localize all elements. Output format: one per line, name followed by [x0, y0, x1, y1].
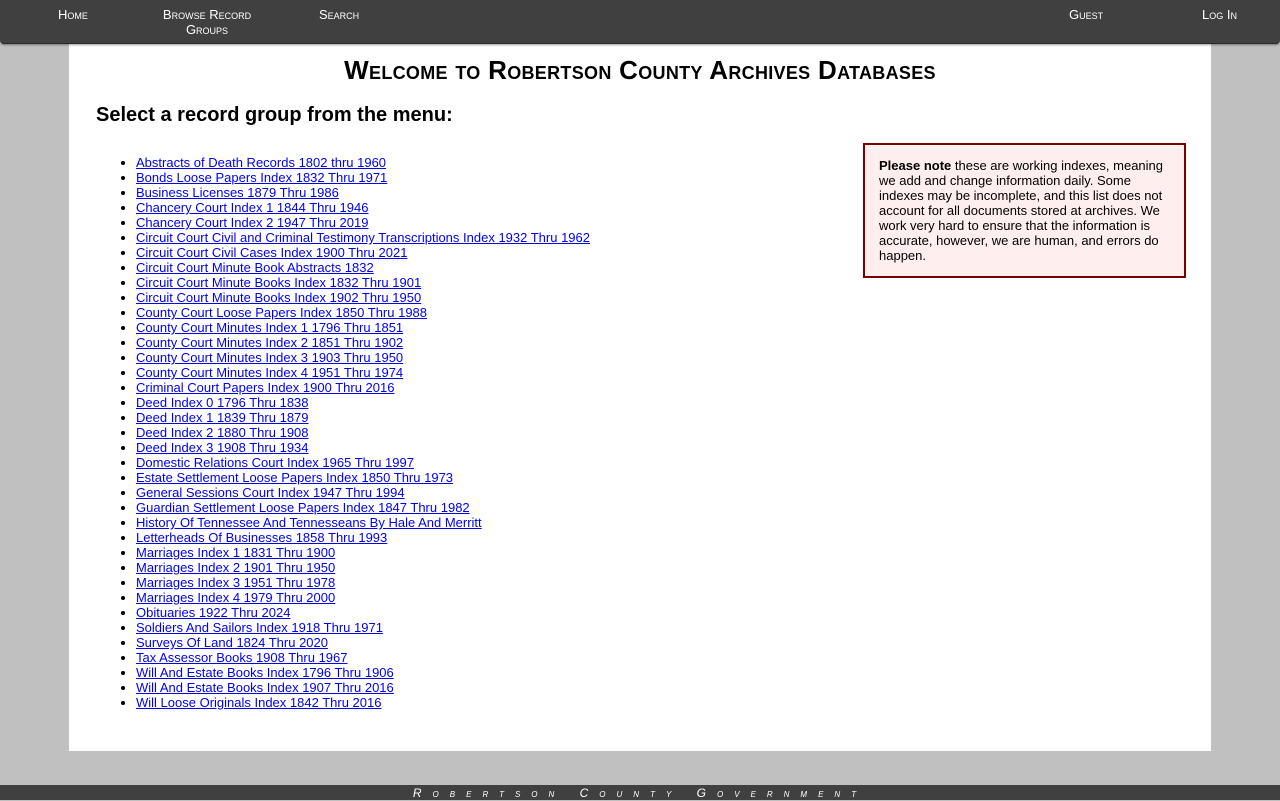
record-group-link[interactable]: Deed Index 1 1839 Thru 1879	[136, 410, 309, 425]
record-group-link[interactable]: Abstracts of Death Records 1802 thru 196…	[136, 155, 386, 170]
list-item: Business Licenses 1879 Thru 1986	[136, 185, 590, 200]
record-group-link[interactable]: Marriages Index 4 1979 Thru 2000	[136, 590, 335, 605]
page-subtitle: Select a record group from the menu:	[96, 104, 453, 126]
record-group-link[interactable]: Marriages Index 3 1951 Thru 1978	[136, 575, 335, 590]
record-group-link[interactable]: County Court Minutes Index 1 1796 Thru 1…	[136, 320, 403, 335]
list-item: Will And Estate Books Index 1907 Thru 20…	[136, 680, 590, 695]
list-item: Bonds Loose Papers Index 1832 Thru 1971	[136, 170, 590, 185]
list-item: Obituaries 1922 Thru 2024	[136, 605, 590, 620]
footer-bar: Robertson County Government	[0, 785, 1280, 800]
record-group-link[interactable]: General Sessions Court Index 1947 Thru 1…	[136, 485, 405, 500]
record-group-link[interactable]: Guardian Settlement Loose Papers Index 1…	[136, 500, 470, 515]
record-group-link[interactable]: Deed Index 2 1880 Thru 1908	[136, 425, 309, 440]
list-item: Letterheads Of Businesses 1858 Thru 1993	[136, 530, 590, 545]
record-group-link[interactable]: Estate Settlement Loose Papers Index 185…	[136, 470, 453, 485]
list-item: Marriages Index 3 1951 Thru 1978	[136, 575, 590, 590]
main-content-panel: Welcome to Robertson County Archives Dat…	[69, 30, 1211, 751]
list-item: County Court Minutes Index 3 1903 Thru 1…	[136, 350, 590, 365]
list-item: Tax Assessor Books 1908 Thru 1967	[136, 650, 590, 665]
record-group-link[interactable]: History Of Tennessee And Tennesseans By …	[136, 515, 482, 530]
list-item: Will Loose Originals Index 1842 Thru 201…	[136, 695, 590, 710]
list-item: Deed Index 0 1796 Thru 1838	[136, 395, 590, 410]
list-item: History Of Tennessee And Tennesseans By …	[136, 515, 590, 530]
record-group-link[interactable]: Criminal Court Papers Index 1900 Thru 20…	[136, 380, 394, 395]
record-group-link[interactable]: Obituaries 1922 Thru 2024	[136, 605, 290, 620]
list-item: Surveys Of Land 1824 Thru 2020	[136, 635, 590, 650]
list-item: Deed Index 1 1839 Thru 1879	[136, 410, 590, 425]
list-item: County Court Minutes Index 2 1851 Thru 1…	[136, 335, 590, 350]
record-group-link[interactable]: Soldiers And Sailors Index 1918 Thru 197…	[136, 620, 383, 635]
record-group-link[interactable]: Will And Estate Books Index 1907 Thru 20…	[136, 680, 394, 695]
nav-search-link[interactable]: Search	[319, 7, 359, 22]
record-group-link[interactable]: Bonds Loose Papers Index 1832 Thru 1971	[136, 170, 387, 185]
record-group-link[interactable]: County Court Loose Papers Index 1850 Thr…	[136, 305, 427, 320]
list-item: Circuit Court Minute Book Abstracts 1832	[136, 260, 590, 275]
list-item: Chancery Court Index 1 1844 Thru 1946	[136, 200, 590, 215]
record-group-link[interactable]: Marriages Index 1 1831 Thru 1900	[136, 545, 335, 560]
record-group-link[interactable]: Surveys Of Land 1824 Thru 2020	[136, 635, 328, 650]
record-group-link[interactable]: Circuit Court Minute Books Index 1832 Th…	[136, 275, 421, 290]
list-item: Marriages Index 2 1901 Thru 1950	[136, 560, 590, 575]
list-item: Circuit Court Minute Books Index 1832 Th…	[136, 275, 590, 290]
list-item: County Court Minutes Index 4 1951 Thru 1…	[136, 365, 590, 380]
list-item: Deed Index 3 1908 Thru 1934	[136, 440, 590, 455]
list-item: County Court Minutes Index 1 1796 Thru 1…	[136, 320, 590, 335]
record-group-link[interactable]: Domestic Relations Court Index 1965 Thru…	[136, 455, 414, 470]
record-group-link[interactable]: Circuit Court Minute Books Index 1902 Th…	[136, 290, 421, 305]
list-item: Criminal Court Papers Index 1900 Thru 20…	[136, 380, 590, 395]
nav-guest-user[interactable]: Guest	[1069, 7, 1103, 22]
record-group-link[interactable]: Letterheads Of Businesses 1858 Thru 1993	[136, 530, 387, 545]
list-item: General Sessions Court Index 1947 Thru 1…	[136, 485, 590, 500]
list-item: Circuit Court Civil and Criminal Testimo…	[136, 230, 590, 245]
list-item: Guardian Settlement Loose Papers Index 1…	[136, 500, 590, 515]
list-item: Marriages Index 4 1979 Thru 2000	[136, 590, 590, 605]
record-group-link[interactable]: Business Licenses 1879 Thru 1986	[136, 185, 339, 200]
footer-text: Robertson County Government	[412, 786, 868, 800]
list-item: County Court Loose Papers Index 1850 Thr…	[136, 305, 590, 320]
record-group-link[interactable]: Chancery Court Index 2 1947 Thru 2019	[136, 215, 368, 230]
list-item: Marriages Index 1 1831 Thru 1900	[136, 545, 590, 560]
list-item: Abstracts of Death Records 1802 thru 196…	[136, 155, 590, 170]
page-title: Welcome to Robertson County Archives Dat…	[344, 55, 936, 85]
notice-box: Please note these are working indexes, m…	[863, 143, 1186, 278]
list-item: Domestic Relations Court Index 1965 Thru…	[136, 455, 590, 470]
record-group-link[interactable]: County Court Minutes Index 2 1851 Thru 1…	[136, 335, 403, 350]
record-group-list: Abstracts of Death Records 1802 thru 196…	[96, 155, 590, 710]
list-item: Will And Estate Books Index 1796 Thru 19…	[136, 665, 590, 680]
top-navigation-bar: Home Browse Record Groups Search Guest L…	[0, 0, 1280, 44]
record-group-link[interactable]: County Court Minutes Index 4 1951 Thru 1…	[136, 365, 403, 380]
record-group-link[interactable]: County Court Minutes Index 3 1903 Thru 1…	[136, 350, 403, 365]
record-group-link[interactable]: Deed Index 3 1908 Thru 1934	[136, 440, 309, 455]
record-group-link[interactable]: Will Loose Originals Index 1842 Thru 201…	[136, 695, 381, 710]
record-group-link[interactable]: Marriages Index 2 1901 Thru 1950	[136, 560, 335, 575]
record-group-link[interactable]: Chancery Court Index 1 1844 Thru 1946	[136, 200, 368, 215]
list-item: Circuit Court Civil Cases Index 1900 Thr…	[136, 245, 590, 260]
list-item: Circuit Court Minute Books Index 1902 Th…	[136, 290, 590, 305]
record-group-link[interactable]: Circuit Court Civil and Criminal Testimo…	[136, 230, 590, 245]
record-group-link[interactable]: Circuit Court Minute Book Abstracts 1832	[136, 260, 374, 275]
record-group-link[interactable]: Circuit Court Civil Cases Index 1900 Thr…	[136, 245, 407, 260]
list-item: Chancery Court Index 2 1947 Thru 2019	[136, 215, 590, 230]
list-item: Deed Index 2 1880 Thru 1908	[136, 425, 590, 440]
list-item: Soldiers And Sailors Index 1918 Thru 197…	[136, 620, 590, 635]
nav-browse-record-groups-link[interactable]: Browse Record Groups	[160, 7, 254, 37]
record-group-link[interactable]: Deed Index 0 1796 Thru 1838	[136, 395, 309, 410]
nav-home-link[interactable]: Home	[58, 7, 88, 22]
notice-text: these are working indexes, meaning we ad…	[879, 158, 1163, 263]
list-item: Estate Settlement Loose Papers Index 185…	[136, 470, 590, 485]
nav-login-link[interactable]: Log In	[1202, 7, 1237, 22]
record-group-link[interactable]: Tax Assessor Books 1908 Thru 1967	[136, 650, 348, 665]
notice-bold-label: Please note	[879, 158, 952, 173]
record-group-link[interactable]: Will And Estate Books Index 1796 Thru 19…	[136, 665, 394, 680]
